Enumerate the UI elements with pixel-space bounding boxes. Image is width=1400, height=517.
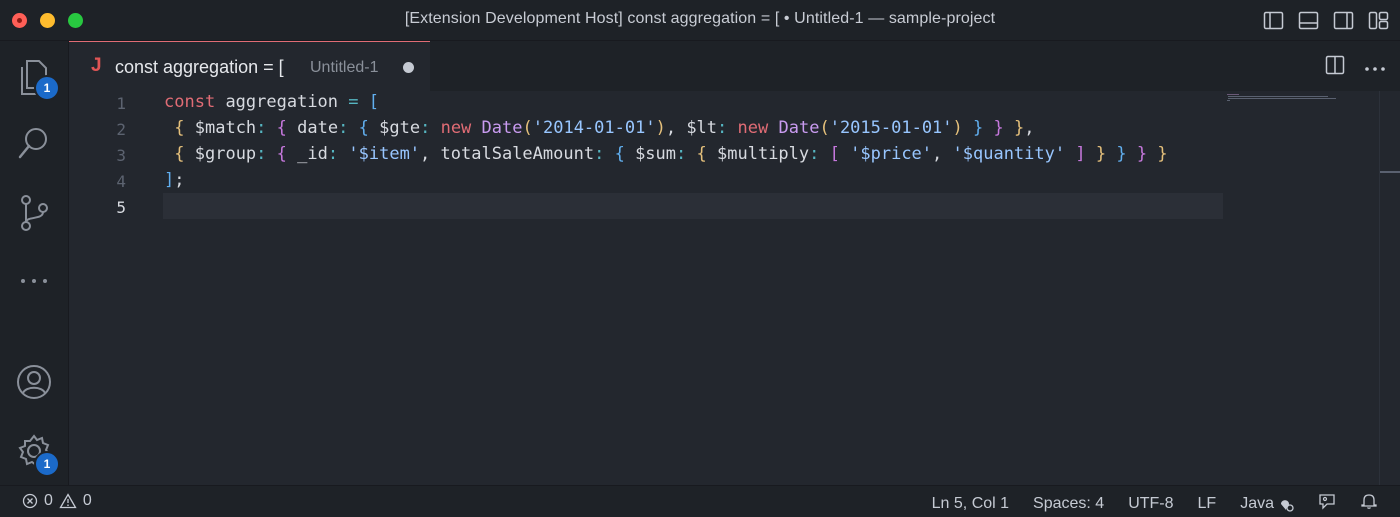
encoding[interactable]: UTF-8 <box>1128 495 1173 513</box>
error-count: 0 <box>44 492 53 509</box>
unsaved-dot-icon[interactable] <box>403 62 414 73</box>
more-actions-icon[interactable] <box>1364 59 1386 77</box>
line-number: 1 <box>116 94 126 113</box>
indentation[interactable]: Spaces: 4 <box>1033 495 1104 513</box>
code-editor[interactable]: 1 2 3 4 5 const aggregation = [ { $match… <box>69 91 1400 485</box>
language-label: Java <box>1240 494 1274 512</box>
error-icon <box>22 493 38 509</box>
line-number: 2 <box>116 120 126 139</box>
language-mode[interactable]: Java <box>1240 495 1294 513</box>
accounts-button[interactable] <box>0 354 68 410</box>
editor-tab[interactable]: J const aggregation = [ Untitled-1 <box>69 41 430 92</box>
end-of-line[interactable]: LF <box>1198 495 1217 513</box>
editor-tab-bar: J const aggregation = [ Untitled-1 <box>69 41 1400 92</box>
explorer-button[interactable]: 1 <box>0 49 68 105</box>
tab-description: Untitled-1 <box>310 59 379 76</box>
customize-layout-icon[interactable] <box>1367 9 1390 32</box>
search-icon <box>18 128 47 159</box>
source-control-button[interactable] <box>0 185 68 241</box>
cursor-position[interactable]: Ln 5, Col 1 <box>932 495 1009 513</box>
feedback-icon[interactable] <box>1318 492 1336 515</box>
tab-title: const aggregation = [ <box>115 57 284 77</box>
line-number: 4 <box>116 172 126 191</box>
problems-indicator[interactable]: 0 0 <box>22 492 92 510</box>
scroll-cursor-marker <box>1380 171 1400 173</box>
window-title: [Extension Development Host] const aggre… <box>404 10 996 27</box>
language-status-icon <box>1281 499 1294 512</box>
more-views-button[interactable] <box>0 253 68 309</box>
toggle-primary-sidebar-icon[interactable] <box>1262 9 1285 32</box>
status-bar: 0 0 Ln 5, Col 1 Spaces: 4 UTF-8 LF Java <box>0 485 1400 517</box>
warning-count: 0 <box>82 492 92 509</box>
settings-badge: 1 <box>34 451 60 477</box>
explorer-badge: 1 <box>34 75 60 101</box>
java-file-icon: J <box>91 55 102 76</box>
split-editor-icon[interactable] <box>1324 54 1346 81</box>
warning-icon <box>59 493 77 509</box>
account-icon <box>17 365 51 399</box>
activity-bar: 1 1 <box>0 41 69 485</box>
code-line: const aggregation = [ <box>164 92 380 112</box>
code-line: ]; <box>164 170 185 190</box>
code-line: { $match: { date: { $gte: new Date('2014… <box>174 118 1035 138</box>
current-line-highlight <box>163 193 1223 219</box>
toggle-secondary-sidebar-icon[interactable] <box>1332 9 1355 32</box>
code-line: { $group: { _id: '$item', totalSaleAmoun… <box>174 144 1168 164</box>
source-control-icon <box>21 195 48 231</box>
search-button[interactable] <box>0 115 68 171</box>
ellipsis-icon <box>21 279 47 283</box>
title-bar: [Extension Development Host] const aggre… <box>0 0 1400 41</box>
line-number-active: 5 <box>116 198 126 217</box>
vertical-scrollbar[interactable] <box>1379 91 1400 485</box>
line-number: 3 <box>116 146 126 165</box>
notifications-bell-icon[interactable] <box>1360 492 1378 515</box>
minimap[interactable] <box>1227 91 1337 101</box>
manage-button[interactable]: 1 <box>0 423 68 479</box>
toggle-panel-icon[interactable] <box>1297 9 1320 32</box>
